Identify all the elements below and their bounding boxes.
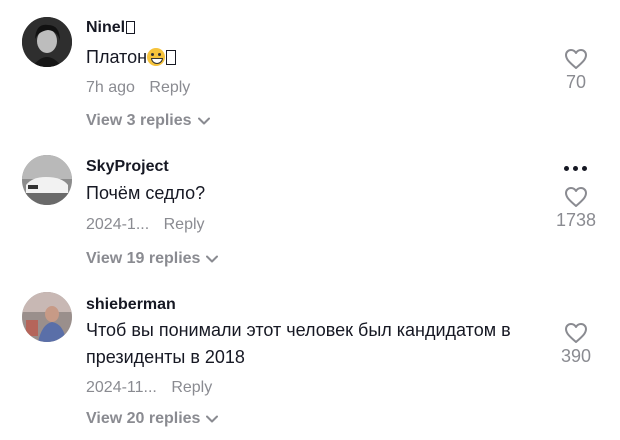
comment-date: 2024-11...	[86, 379, 157, 396]
like-count: 390	[560, 346, 592, 366]
heart-outline-icon	[565, 323, 587, 343]
chevron-down-icon	[206, 415, 219, 423]
view-replies-button[interactable]: View 20 replies	[86, 410, 219, 428]
view-replies-label: View 20 replies	[86, 410, 201, 427]
comment-meta: 2024-11... Reply	[86, 379, 212, 397]
like-button[interactable]: 390	[546, 322, 606, 367]
avatar[interactable]	[22, 292, 72, 342]
reply-button[interactable]: Reply	[171, 379, 212, 396]
username[interactable]: shieberman	[86, 296, 176, 314]
comment-item: shieberman Чтоб вы понимали этот человек…	[0, 0, 620, 440]
comment-text: Чтоб вы понимали этот человек был кандид…	[86, 320, 511, 367]
